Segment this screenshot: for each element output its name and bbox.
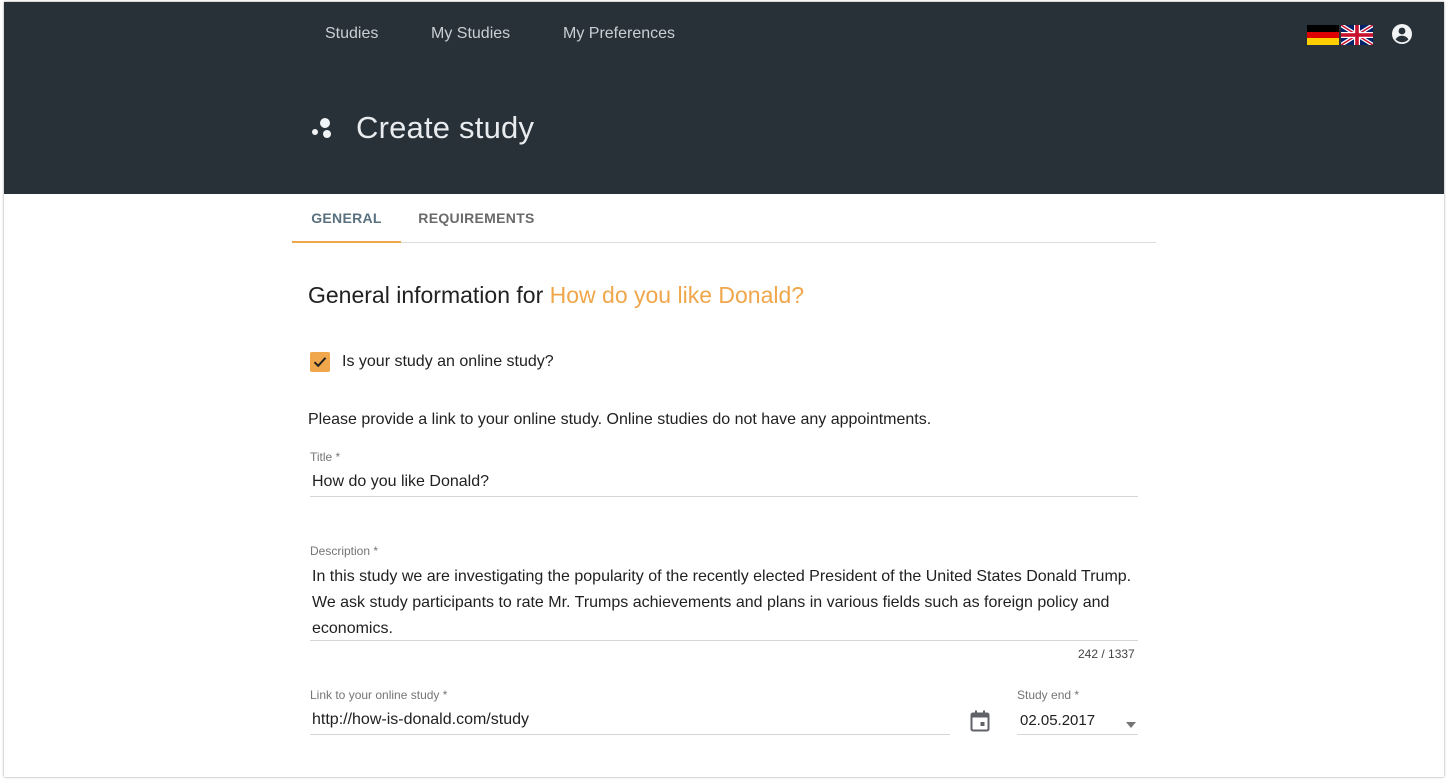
title-input[interactable]: How do you like Donald?: [312, 473, 489, 491]
description-char-counter: 242 / 1337: [1078, 647, 1135, 661]
description-underline: [310, 640, 1138, 641]
nav-my-studies[interactable]: My Studies: [431, 25, 510, 43]
german-flag-icon[interactable]: [1307, 25, 1339, 45]
link-input-underline: [310, 734, 950, 735]
chevron-down-icon[interactable]: [1125, 716, 1137, 728]
link-input[interactable]: http://how-is-donald.com/study: [312, 711, 529, 729]
page-title-text: Create study: [356, 110, 535, 145]
description-textarea[interactable]: In this study we are investigating the p…: [312, 564, 1144, 642]
tab-general[interactable]: GENERAL: [292, 194, 401, 242]
title-input-underline: [310, 496, 1138, 497]
uk-flag-icon[interactable]: [1341, 25, 1373, 45]
checkmark-icon: [313, 357, 327, 368]
calendar-icon[interactable]: [970, 710, 990, 732]
study-logo-icon: [310, 115, 336, 141]
section-heading-prefix: General information for: [308, 282, 550, 308]
study-end-underline: [1017, 734, 1138, 735]
online-study-checkbox[interactable]: [310, 352, 330, 372]
tab-bar: GENERAL REQUIREMENTS: [292, 194, 1156, 243]
app-window: Studies My Studies My Preferences Create…: [4, 2, 1444, 777]
account-circle-icon[interactable]: [1390, 22, 1414, 46]
online-study-label: Is your study an online study?: [342, 353, 554, 370]
link-field-label: Link to your online study *: [310, 688, 448, 702]
nav-my-preferences[interactable]: My Preferences: [563, 25, 675, 43]
study-end-input[interactable]: 02.05.2017: [1020, 712, 1095, 729]
section-heading: General information for How do you like …: [308, 282, 804, 309]
tab-requirements[interactable]: REQUIREMENTS: [408, 194, 545, 242]
app-header: Studies My Studies My Preferences Create…: [4, 2, 1444, 194]
page-title: Create study: [310, 110, 534, 146]
nav-studies[interactable]: Studies: [325, 25, 378, 43]
active-tab-indicator: [292, 241, 401, 243]
online-study-checkbox-row[interactable]: Is your study an online study?: [310, 352, 554, 372]
description-field-label: Description *: [310, 544, 379, 558]
online-study-hint: Please provide a link to your online stu…: [308, 411, 932, 428]
study-end-label: Study end *: [1017, 688, 1080, 702]
title-field-label: Title *: [310, 450, 341, 464]
section-heading-study-title: How do you like Donald?: [549, 282, 805, 308]
